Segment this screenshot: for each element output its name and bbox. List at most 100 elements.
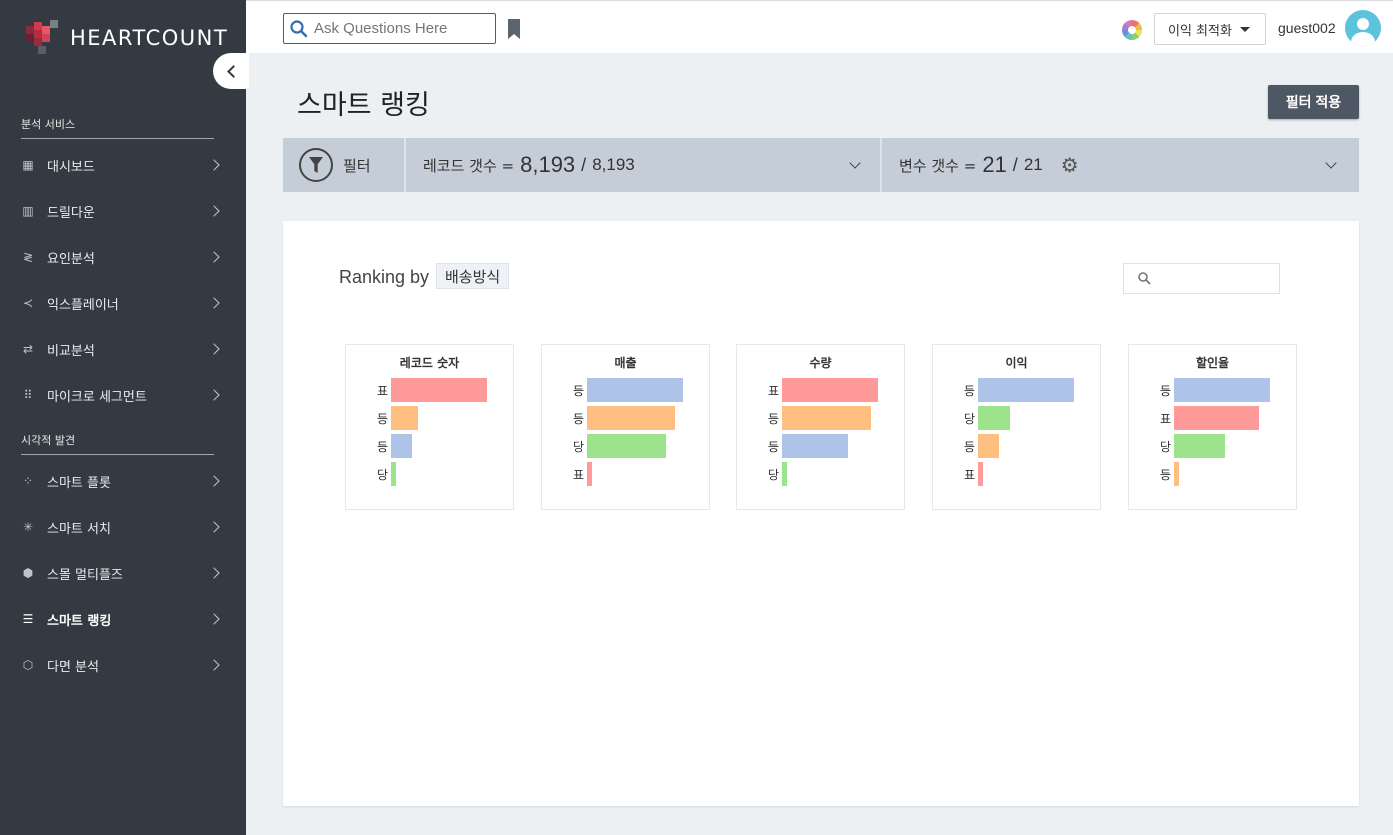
ranking-search-input[interactable] (1157, 271, 1277, 286)
ranking-chart-card[interactable]: 수량 표 등 등 당 (736, 344, 905, 510)
bar-row[interactable]: 등 (346, 406, 513, 430)
question-search-box[interactable] (283, 13, 496, 44)
sidebar-item-label: 대시보드 (47, 159, 95, 175)
sidebar-item-dashboard[interactable]: ▦ 대시보드 (0, 142, 246, 188)
vars-label: 변수 갯수 = (899, 156, 977, 175)
bar (1174, 378, 1270, 402)
bar-label: 표 (572, 468, 584, 482)
sidebar-item-label: 스몰 멀티플즈 (47, 567, 123, 583)
funnel-icon (299, 148, 333, 182)
bar-row[interactable]: 등 (542, 378, 709, 402)
sidebar-item-label: 스마트 서치 (47, 521, 111, 537)
chevron-right-icon (208, 297, 220, 309)
records-slash: / (581, 154, 587, 175)
chevron-right-icon (208, 659, 220, 671)
sidebar-item-label: 스마트 플롯 (47, 475, 111, 491)
ranking-chart-card[interactable]: 매출 등 등 당 표 (541, 344, 710, 510)
bar-row[interactable]: 등 (346, 434, 513, 458)
bar-row[interactable]: 당 (933, 406, 1100, 430)
bar-row[interactable]: 당 (346, 462, 513, 486)
chevron-down-icon[interactable] (849, 157, 861, 169)
bar-label: 등 (767, 440, 779, 454)
bar-row[interactable]: 등 (737, 434, 904, 458)
bookmark-icon[interactable] (508, 19, 520, 39)
bar-row[interactable]: 당 (737, 462, 904, 486)
avatar[interactable] (1345, 10, 1381, 46)
ranking-chart-card[interactable]: 이익 등 당 등 표 (932, 344, 1101, 510)
sidebar: HEARTCOUNT 분석 서비스 ▦ 대시보드 ▥ 드릴다운 ≷ 요인분석 ≺… (0, 0, 249, 835)
ranking-chart-card[interactable]: 할인율 등 표 당 등 (1128, 344, 1297, 510)
bar (978, 462, 983, 486)
sidebar-item-compare[interactable]: ⇄ 비교분석 (0, 326, 246, 372)
chevron-right-icon (208, 567, 220, 579)
sidebar-item-smallmultiples[interactable]: ⬢ 스몰 멀티플즈 (0, 550, 246, 596)
chevron-down-icon[interactable] (1325, 157, 1337, 169)
chevron-right-icon (208, 205, 220, 217)
vars-slash: / (1012, 154, 1018, 175)
bar (782, 378, 878, 402)
sidebar-item-smartsearch[interactable]: ✳ 스마트 서치 (0, 504, 246, 550)
dropdown-value: 이익 최적화 (1168, 23, 1232, 39)
bar-row[interactable]: 당 (542, 434, 709, 458)
variable-count-filter[interactable]: 변수 갯수 = 21 / 21 ⚙ (884, 138, 1359, 192)
bar-label: 등 (572, 384, 584, 398)
sidebar-item-microsegment[interactable]: ⠿ 마이크로 세그먼트 (0, 372, 246, 418)
sidebar-item-label: 드릴다운 (47, 205, 95, 221)
chevron-right-icon (208, 343, 220, 355)
bar-row[interactable]: 표 (933, 462, 1100, 486)
bar-label: 등 (1159, 384, 1171, 398)
filter-toggle[interactable]: 필터 (283, 138, 406, 192)
sidebar-item-explainer[interactable]: ≺ 익스플레이너 (0, 280, 246, 326)
record-count-filter[interactable]: 레코드 갯수 = 8,193 / 8,193 (408, 138, 882, 192)
bar-label: 표 (1159, 412, 1171, 426)
chart-title: 매출 (614, 356, 637, 370)
bar-row[interactable]: 등 (1129, 378, 1296, 402)
sidebar-item-factor[interactable]: ≷ 요인분석 (0, 234, 246, 280)
share-icon: ≺ (22, 296, 34, 310)
ranking-chart-card[interactable]: 레코드 숫자 표 등 등 당 (345, 344, 514, 510)
bar-label: 등 (963, 440, 975, 454)
gear-icon[interactable]: ⚙ (1061, 153, 1079, 177)
chevron-left-icon (226, 64, 240, 78)
bar (391, 434, 412, 458)
bar-row[interactable]: 등 (933, 378, 1100, 402)
caret-down-icon (1239, 26, 1250, 32)
apply-filter-button[interactable]: 필터 적용 (1268, 85, 1359, 119)
bar-row[interactable]: 등 (542, 406, 709, 430)
color-wheel-icon[interactable] (1122, 20, 1142, 40)
chevron-right-icon (208, 613, 220, 625)
bar (1174, 434, 1225, 458)
question-search-input[interactable] (314, 20, 494, 37)
optimization-dropdown[interactable]: 이익 최적화 (1154, 13, 1266, 45)
ranking-variable-tag[interactable]: 배송방식 (436, 263, 510, 289)
sidebar-collapse-button[interactable] (213, 53, 249, 89)
bar-row[interactable]: 표 (346, 378, 513, 402)
bar (782, 462, 787, 486)
bar-row[interactable]: 당 (1129, 434, 1296, 458)
ranking-search-box[interactable] (1123, 263, 1280, 294)
sidebar-item-smartranking[interactable]: ☰ 스마트 랭킹 (0, 596, 246, 642)
bar-label: 등 (572, 412, 584, 426)
filter-label: 필터 (343, 156, 371, 175)
sidebar-item-label: 요인분석 (47, 251, 95, 267)
bar-row[interactable]: 표 (542, 462, 709, 486)
bar-row[interactable]: 등 (1129, 462, 1296, 486)
sidebar-item-label: 마이크로 세그먼트 (47, 389, 147, 405)
bar-row[interactable]: 등 (933, 434, 1100, 458)
network-icon: ✳ (22, 520, 34, 534)
vars-total: 21 (1023, 155, 1043, 174)
username[interactable]: guest002 (1278, 20, 1336, 36)
bar-row[interactable]: 등 (737, 406, 904, 430)
bar (1174, 462, 1179, 486)
sidebar-item-multifaceted[interactable]: ⬡ 다면 분석 (0, 642, 246, 688)
bar-row[interactable]: 표 (1129, 406, 1296, 430)
sidebar-item-drilldown[interactable]: ▥ 드릴다운 (0, 188, 246, 234)
bar-label: 표 (376, 384, 388, 398)
logo[interactable]: HEARTCOUNT (26, 18, 228, 58)
bar (391, 462, 396, 486)
bar-label: 당 (376, 468, 388, 482)
bar (391, 378, 487, 402)
bar-row[interactable]: 표 (737, 378, 904, 402)
heartcount-logo-icon (26, 18, 66, 58)
sidebar-item-smartplot[interactable]: ⁘ 스마트 플롯 (0, 458, 246, 504)
